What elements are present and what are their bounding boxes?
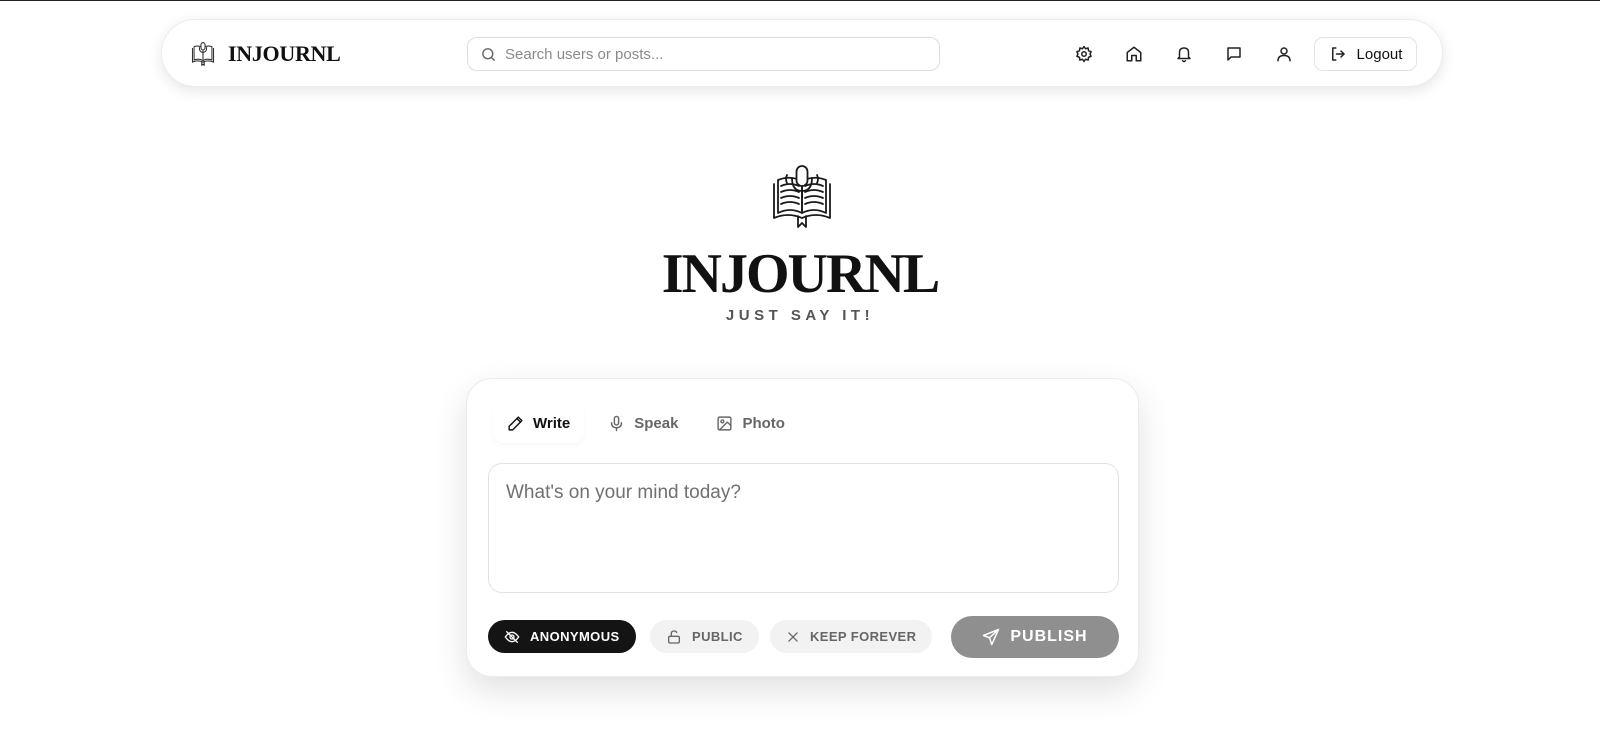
message-icon xyxy=(1225,45,1243,63)
public-label: PUBLIC xyxy=(692,629,743,644)
messages-button[interactable] xyxy=(1217,37,1251,71)
hero-tagline: JUST SAY IT! xyxy=(725,307,875,324)
logout-label: Logout xyxy=(1356,45,1403,63)
eye-off-icon xyxy=(504,629,520,645)
top-navbar: INJOURNL Search users or posts... Logout xyxy=(161,19,1443,87)
book-microphone-logo-icon xyxy=(770,164,834,228)
microphone-icon xyxy=(608,415,625,432)
tab-speak-label: Speak xyxy=(634,414,679,432)
retention-toggle[interactable]: KEEP FOREVER xyxy=(770,620,933,653)
visibility-toggle[interactable]: PUBLIC xyxy=(650,620,759,653)
composer-tabs: Write Speak Photo xyxy=(493,403,799,443)
gear-icon xyxy=(1075,45,1093,63)
tab-write[interactable]: Write xyxy=(493,403,584,443)
send-icon xyxy=(982,628,1000,646)
hero-title: INJOURNL xyxy=(661,243,940,305)
pencil-icon xyxy=(507,415,524,432)
home-icon xyxy=(1125,45,1143,63)
notifications-button[interactable] xyxy=(1167,37,1201,71)
anonymous-label: ANONYMOUS xyxy=(530,629,620,644)
tab-photo-label: Photo xyxy=(742,414,785,432)
brand-name: INJOURNL xyxy=(228,41,341,66)
publish-label: PUBLISH xyxy=(1010,628,1088,645)
post-composer: Write Speak Photo ANONYMOUS PUBLI xyxy=(466,378,1139,677)
anonymous-toggle[interactable]: ANONYMOUS xyxy=(488,620,636,653)
keep-forever-label: KEEP FOREVER xyxy=(810,629,917,644)
logout-button[interactable]: Logout xyxy=(1314,37,1417,71)
settings-button[interactable] xyxy=(1067,37,1101,71)
search-input[interactable] xyxy=(505,39,939,69)
tab-photo[interactable]: Photo xyxy=(702,403,799,443)
home-button[interactable] xyxy=(1117,37,1151,71)
publish-button[interactable]: PUBLISH xyxy=(951,616,1119,658)
tab-write-label: Write xyxy=(533,414,571,432)
search-bar[interactable] xyxy=(467,37,940,71)
bell-icon xyxy=(1175,45,1193,63)
composer-controls: ANONYMOUS PUBLIC KEEP FOREVER PUBLISH xyxy=(488,616,1119,661)
brand[interactable]: INJOURNL xyxy=(190,20,341,88)
profile-button[interactable] xyxy=(1267,37,1301,71)
unlock-icon xyxy=(666,629,682,645)
close-icon xyxy=(786,630,800,644)
image-icon xyxy=(716,415,733,432)
user-icon xyxy=(1275,45,1293,63)
tab-speak[interactable]: Speak xyxy=(594,403,692,443)
search-icon xyxy=(480,46,497,63)
post-text-input[interactable] xyxy=(488,463,1119,593)
logout-icon xyxy=(1329,45,1347,63)
book-microphone-logo-icon xyxy=(190,41,216,67)
nav-icon-group xyxy=(1067,20,1317,88)
